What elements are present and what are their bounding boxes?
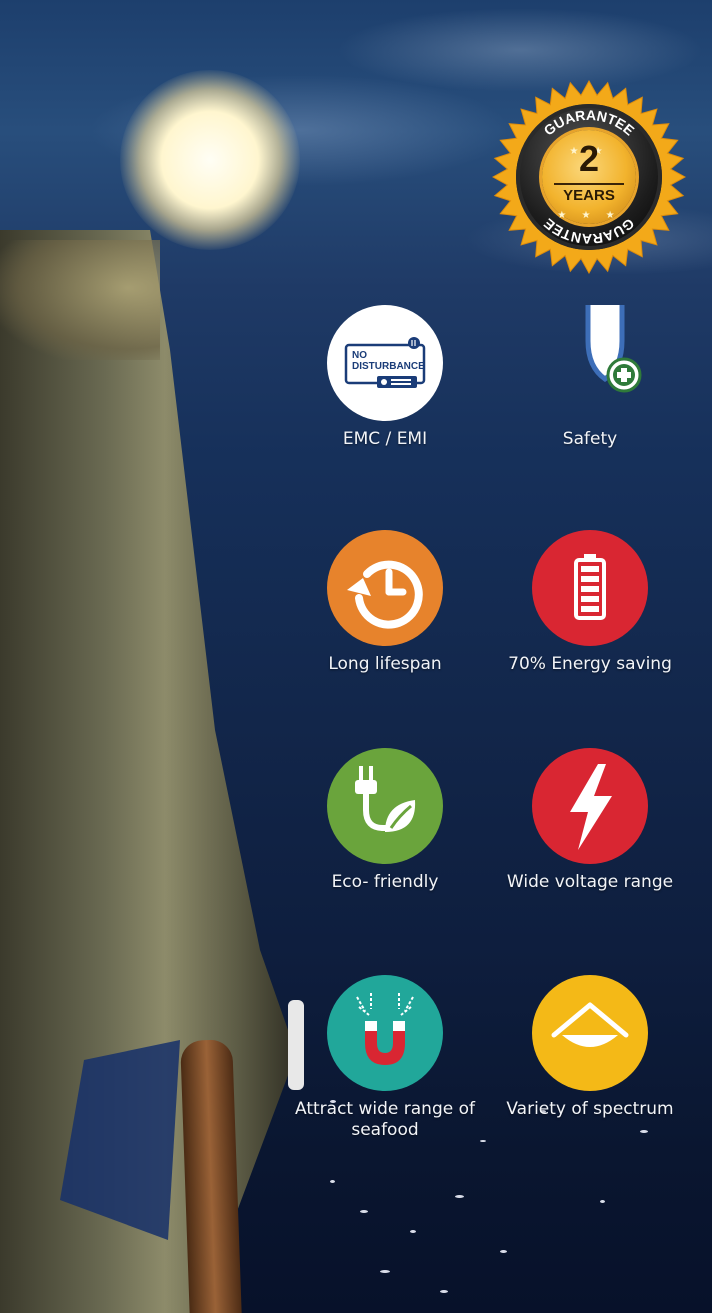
badge-stars-bottom: ★ ★ ★ xyxy=(557,210,621,221)
feature-label: Wide voltage range xyxy=(506,872,674,892)
badge-number: 2 xyxy=(578,138,600,179)
feature-energy-saving: 70% Energy saving xyxy=(490,530,690,675)
magnet-icon xyxy=(327,975,443,1091)
wooden-pole xyxy=(180,1039,242,1313)
sparkle xyxy=(455,1195,464,1198)
sparkle xyxy=(380,1270,390,1273)
sparkle xyxy=(500,1250,507,1253)
badge-unit: YEARS xyxy=(563,187,615,204)
feature-label: Long lifespan xyxy=(328,654,442,674)
feature-eco-friendly: Eco- friendly xyxy=(285,748,485,893)
sparkle xyxy=(600,1200,605,1203)
feature-variety-spectrum: Variety of spectrum xyxy=(490,975,690,1120)
clock-history-icon xyxy=(327,530,443,646)
badge-divider xyxy=(554,183,624,185)
lamp-glow xyxy=(120,70,300,250)
feature-long-lifespan: Long lifespan xyxy=(285,530,485,675)
plug-leaf-icon xyxy=(327,748,443,864)
feature-label: EMC / EMI xyxy=(342,429,428,449)
sparkle xyxy=(360,1210,368,1213)
feature-attract-seafood: Attract wide range of seafood xyxy=(285,975,485,1141)
feature-emc-emi: NO DISTURBANCE EMC / EMI xyxy=(285,305,485,450)
feature-label: Safety xyxy=(562,429,618,449)
sparkle xyxy=(440,1290,448,1293)
feature-label: Variety of spectrum xyxy=(506,1099,674,1119)
sparkle xyxy=(640,1130,648,1133)
no-disturbance-icon: NO DISTURBANCE xyxy=(327,305,443,421)
sparkle xyxy=(410,1230,416,1233)
lightning-icon xyxy=(532,748,648,864)
feature-safety: Safety xyxy=(490,305,690,450)
boat-highlight xyxy=(0,240,160,360)
no-disturbance-text-2: DISTURBANCE xyxy=(352,361,425,372)
feature-label: Eco- friendly xyxy=(331,872,439,892)
feature-label: 70% Energy saving xyxy=(508,654,672,674)
feature-label: Attract wide range of seafood xyxy=(295,1099,475,1140)
spectrum-icon xyxy=(532,975,648,1091)
shield-plus-icon xyxy=(532,305,648,421)
sparkle xyxy=(330,1180,335,1183)
battery-icon xyxy=(532,530,648,646)
guarantee-badge: GUARANTEE GUARANTEE ★ ★ 2 YEARS ★ ★ ★ xyxy=(492,80,686,274)
no-disturbance-text-1: NO xyxy=(352,350,367,361)
feature-wide-voltage: Wide voltage range xyxy=(490,748,690,893)
